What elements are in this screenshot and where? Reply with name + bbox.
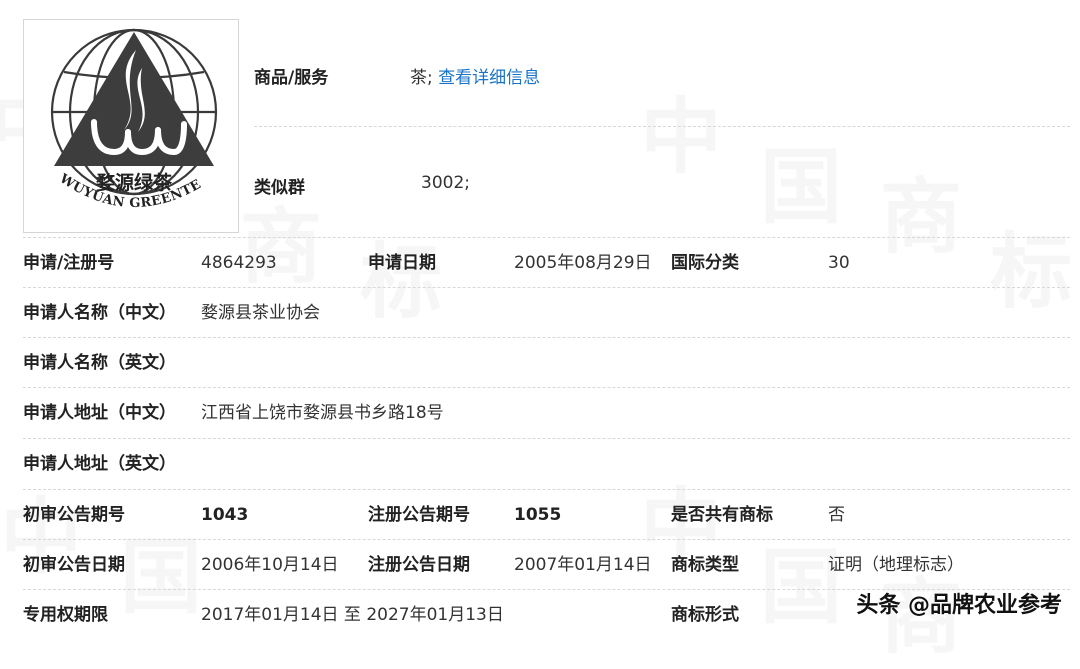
field-label: 申请日期: [368, 253, 436, 273]
view-details-link[interactable]: 查看详细信息: [438, 68, 540, 88]
registration-number: 4864293: [201, 253, 277, 273]
table-row-registration: 申请/注册号 4864293 申请日期 2005年08月29日 国际分类 30: [23, 238, 1070, 288]
prelim-announcement-date: 2006年10月14日: [201, 555, 339, 575]
field-label: 申请/注册号: [23, 253, 115, 273]
similar-group-value: 3002;: [421, 173, 470, 193]
goods-text: 茶;: [410, 68, 439, 88]
source-credit: 头条 @品牌农业参考: [856, 593, 1062, 618]
logo-chinese-text: 婺源绿茶: [96, 171, 173, 194]
field-label: 专用权期限: [23, 605, 108, 625]
field-label: 商标类型: [671, 555, 739, 575]
goods-value: 茶; 查看详细信息: [410, 63, 540, 88]
field-label: 初审公告期号: [23, 505, 125, 525]
similar-group-label: 类似群: [254, 178, 305, 198]
table-row-applicant-address-en: 申请人地址（英文）: [23, 439, 1070, 489]
international-class: 30: [828, 253, 850, 273]
field-label: 初审公告日期: [23, 555, 125, 575]
application-date: 2005年08月29日: [514, 253, 652, 273]
table-row-applicant-address-cn: 申请人地址（中文） 江西省上饶市婺源县书乡路18号: [23, 388, 1070, 438]
field-label: 申请人名称（中文）: [23, 303, 176, 323]
field-label: 申请人地址（英文）: [23, 454, 176, 474]
watermark-char: 中: [640, 90, 723, 185]
field-label: 注册公告日期: [368, 555, 470, 575]
divider: [254, 126, 1070, 127]
shared-trademark-value: 否: [828, 505, 845, 525]
trademark-type-value: 证明（地理标志）: [828, 555, 964, 575]
table-row-applicant-name-en: 申请人名称（英文）: [23, 338, 1070, 388]
table-row-applicant-name-cn: 申请人名称（中文） 婺源县茶业协会: [23, 288, 1070, 338]
trademark-logo-graphic: 婺源绿茶 WUYUAN GREENTEA: [24, 20, 218, 211]
table-row-announcement-issue: 初审公告期号 1043 注册公告期号 1055 是否共有商标 否: [23, 490, 1070, 540]
field-label: 是否共有商标: [671, 505, 773, 525]
goods-label: 商品/服务: [254, 68, 329, 88]
prelim-issue-number: 1043: [201, 505, 249, 525]
exclusive-right-period: 2017年01月14日 至 2027年01月13日: [201, 605, 504, 625]
applicant-name-cn: 婺源县茶业协会: [201, 303, 320, 323]
trademark-logo-image: 婺源绿茶 WUYUAN GREENTEA: [23, 19, 239, 233]
watermark-char: 国: [760, 140, 843, 235]
table-row-announcement-date: 初审公告日期 2006年10月14日 注册公告日期 2007年01月14日 商标…: [23, 540, 1070, 590]
field-label: 申请人名称（英文）: [23, 353, 176, 373]
field-label: 商标形式: [671, 605, 739, 625]
registration-issue-number: 1055: [514, 505, 562, 525]
registration-announcement-date: 2007年01月14日: [514, 555, 652, 575]
applicant-address-cn: 江西省上饶市婺源县书乡路18号: [201, 403, 444, 423]
field-label: 注册公告期号: [368, 505, 470, 525]
field-label: 申请人地址（中文）: [23, 403, 176, 423]
field-label: 国际分类: [671, 253, 739, 273]
